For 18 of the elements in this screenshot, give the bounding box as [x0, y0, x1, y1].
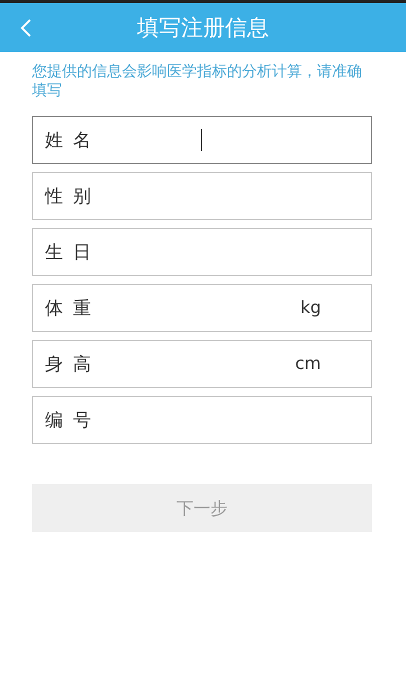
field-label: 姓名	[45, 129, 101, 152]
text-cursor	[201, 129, 202, 151]
field-label: 体重	[45, 297, 101, 320]
unit-label: kg	[300, 298, 321, 318]
field-label: 身高	[45, 353, 101, 376]
page-title: 填写注册信息	[137, 14, 269, 42]
input-field[interactable]: 编号	[32, 396, 372, 444]
input-field[interactable]: 姓名	[32, 116, 372, 164]
notice-text: 您提供的信息会影响医学指标的分析计算，请准确填写	[32, 62, 363, 100]
input-field[interactable]: 身高 cm	[32, 340, 372, 388]
input-field[interactable]: 体重 kg	[32, 284, 372, 332]
field-label: 编号	[45, 409, 101, 432]
back-icon[interactable]	[20, 18, 32, 38]
field-label: 生日	[45, 241, 101, 264]
field-label: 性别	[45, 185, 101, 208]
unit-label: cm	[295, 354, 321, 374]
input-field[interactable]: 生日	[32, 228, 372, 276]
input-field[interactable]: 性别	[32, 172, 372, 220]
